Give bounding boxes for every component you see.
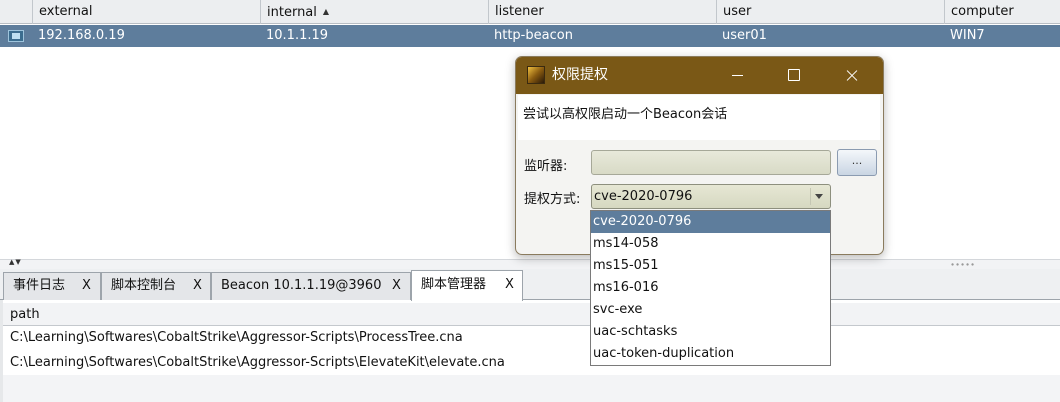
listener-label: 监听器:	[524, 159, 568, 174]
maximize-button[interactable]	[774, 57, 814, 94]
column-header-listener[interactable]: listener	[488, 0, 716, 24]
tab-event-log[interactable]: 事件日志 X	[3, 272, 101, 300]
cell-internal: 10.1.1.19	[266, 28, 329, 43]
exploit-option[interactable]: cve-2020-0796	[591, 211, 830, 233]
column-header-icon[interactable]	[0, 0, 32, 24]
exploit-selected-value: cve-2020-0796	[594, 189, 693, 204]
tab-label: Beacon 10.1.1.19@3960	[221, 278, 382, 293]
tab-label: 脚本控制台	[111, 278, 177, 293]
minimize-button[interactable]	[718, 57, 758, 94]
dialog-titlebar[interactable]: 权限提权	[516, 57, 883, 94]
column-label: external	[39, 4, 93, 19]
table-row[interactable]: C:\Learning\Softwares\CobaltStrike\Aggre…	[3, 327, 1060, 349]
column-header-external[interactable]: external	[32, 0, 260, 24]
column-header-user[interactable]: user	[716, 0, 944, 24]
column-header-path[interactable]: path	[3, 303, 1060, 326]
column-label: listener	[495, 4, 544, 19]
beacon-table-header: external internal ▲ listener user compute…	[0, 0, 1060, 24]
split-pane-divider[interactable]	[0, 260, 1060, 269]
dialog-description: 尝试以高权限启动一个Beacon会话	[518, 95, 880, 140]
column-label: computer	[951, 4, 1014, 19]
column-label: internal	[267, 5, 317, 20]
table-row[interactable]: C:\Learning\Softwares\CobaltStrike\Aggre…	[3, 352, 1060, 374]
listener-field[interactable]	[591, 150, 831, 175]
exploit-option[interactable]: ms15-051	[591, 255, 830, 277]
tab-label: 事件日志	[13, 278, 66, 293]
exploit-option[interactable]: svc-exe	[591, 299, 830, 321]
column-header-internal[interactable]: internal ▲	[260, 0, 488, 24]
exploit-option[interactable]: uac-schtasks	[591, 321, 830, 343]
cell-user: user01	[722, 28, 767, 43]
cobaltstrike-app-icon	[527, 66, 545, 84]
listener-browse-button[interactable]: ...	[837, 149, 877, 176]
cell-external: 192.168.0.19	[38, 28, 125, 43]
cell-computer: WIN7	[950, 28, 985, 43]
exploit-dropdown-list: cve-2020-0796 ms14-058 ms15-051 ms16-016…	[590, 210, 831, 366]
split-collapse-arrows-icon[interactable]: ▲▼	[9, 258, 22, 266]
tab-close-button[interactable]: X	[193, 273, 202, 299]
tab-close-button[interactable]: X	[82, 273, 91, 299]
column-label: user	[723, 4, 752, 19]
beacon-session-icon	[8, 30, 24, 42]
tab-label: 脚本管理器	[421, 277, 487, 292]
dialog-title: 权限提权	[552, 67, 608, 83]
cell-listener: http-beacon	[494, 28, 573, 43]
dropdown-arrow-button[interactable]	[810, 188, 828, 205]
table-empty-area	[3, 375, 1060, 402]
column-header-computer[interactable]: computer	[944, 0, 1060, 24]
close-button[interactable]	[832, 57, 872, 94]
tab-strip: 事件日志 X 脚本控制台 X Beacon 10.1.1.19@3960 X 脚…	[0, 269, 1060, 301]
beacon-row[interactable]: 192.168.0.19 10.1.1.19 http-beacon user0…	[0, 25, 1060, 47]
split-grip-icon[interactable]: ∙∙∙∙∙	[950, 260, 975, 269]
tab-script-console[interactable]: 脚本控制台 X	[101, 272, 211, 300]
tab-close-button[interactable]: X	[392, 273, 401, 299]
exploit-select[interactable]: cve-2020-0796	[591, 184, 831, 209]
exploit-label: 提权方式:	[524, 192, 581, 207]
sort-ascending-icon: ▲	[322, 7, 330, 16]
chevron-down-icon	[815, 194, 823, 199]
tab-close-button[interactable]: X	[505, 271, 514, 299]
tab-beacon[interactable]: Beacon 10.1.1.19@3960 X	[211, 272, 411, 300]
tab-script-manager[interactable]: 脚本管理器 X	[411, 270, 523, 301]
exploit-option[interactable]: ms14-058	[591, 233, 830, 255]
exploit-option[interactable]: uac-token-duplication	[591, 343, 830, 365]
exploit-option[interactable]: ms16-016	[591, 277, 830, 299]
